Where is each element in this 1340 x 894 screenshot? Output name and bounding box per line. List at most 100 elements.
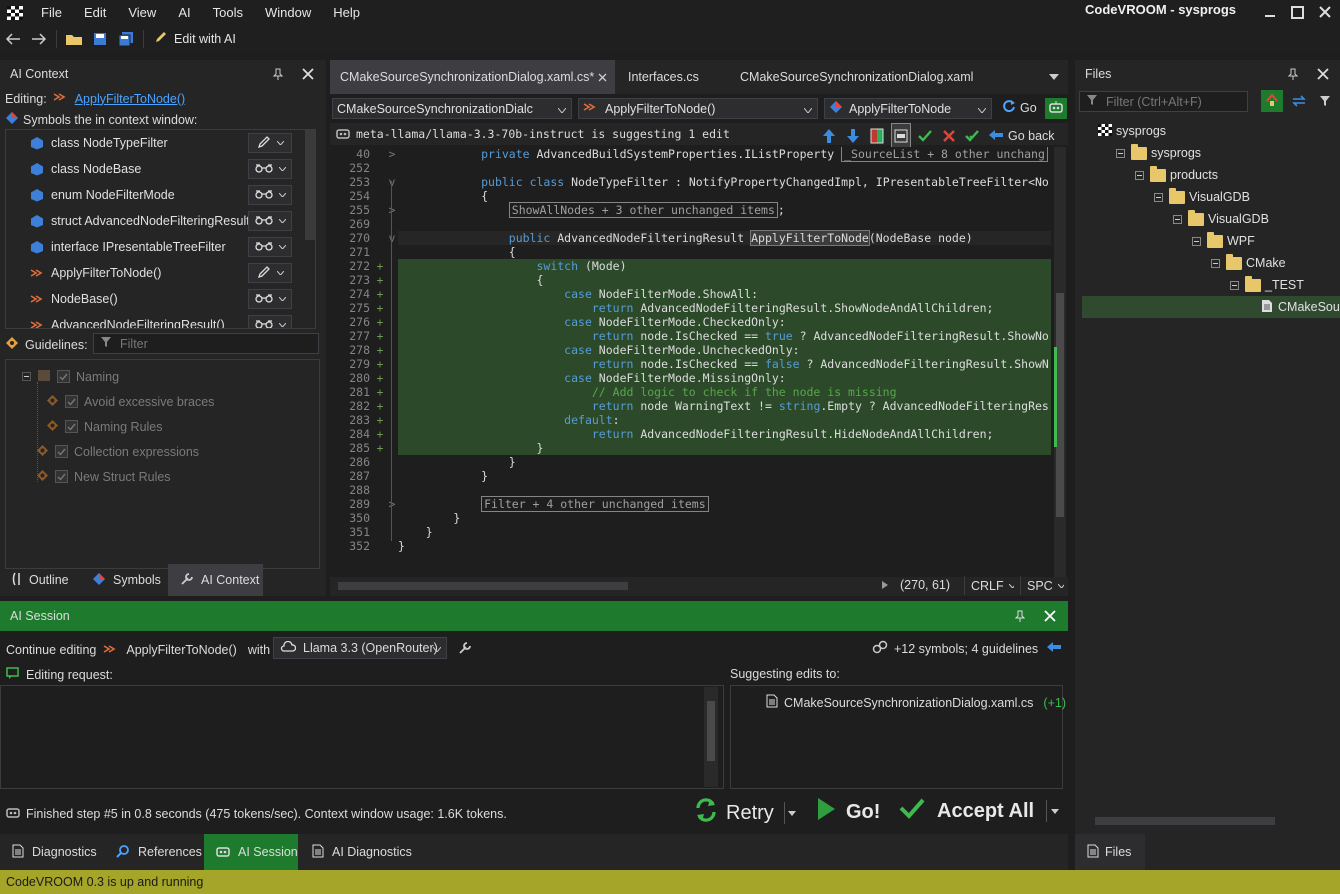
symbol-nav-dropdown[interactable]: ApplyFilterToNode [824,98,992,119]
symbol-row[interactable]: ApplyFilterToNode() [6,260,315,286]
code-line[interactable]: 281 + // Add logic to check if the node i… [330,385,1052,399]
menu-edit[interactable]: Edit [73,0,117,25]
pin-icon[interactable] [268,64,288,84]
symbol-mode-dropdown[interactable] [248,133,292,153]
guideline-row[interactable]: Collection expressions [36,439,199,464]
guideline-checkbox[interactable] [65,420,78,433]
close-icon[interactable] [1040,606,1060,626]
diff-view-icon[interactable] [868,124,886,148]
suggested-file-row[interactable]: CMakeSourceSynchronizationDialog.xaml.cs… [766,694,1066,711]
sync-icon[interactable] [1289,91,1309,111]
go-button[interactable]: Go [1002,99,1037,116]
code-line[interactable]: 351 } [330,525,1052,539]
menu-view[interactable]: View [117,0,167,25]
collapse-icon[interactable] [22,372,31,381]
pin-icon[interactable] [1010,606,1030,626]
collapse-icon[interactable] [1173,214,1182,224]
symbols-scrollbar[interactable] [305,130,315,240]
code-line[interactable]: 350 } [330,511,1052,525]
collapse-icon[interactable] [1230,280,1239,290]
guideline-row[interactable]: New Struct Rules [36,464,171,489]
close-window-button[interactable] [1310,2,1340,22]
edit-with-ai-button[interactable]: Edit with AI [148,27,242,51]
code-line[interactable]: 273 + { [330,273,1052,287]
file-nav-dropdown[interactable]: CMakeSourceSynchronizationDialc [332,98,572,119]
save-all-icon[interactable] [113,27,139,51]
collapse-icon[interactable] [1116,148,1125,158]
menu-ai[interactable]: AI [167,0,201,25]
tab-diagnostics[interactable]: Diagnostics [0,834,102,870]
file-tree-node[interactable]: CMakeSour [1249,296,1340,318]
code-line[interactable]: 352} [330,539,1052,553]
menu-window[interactable]: Window [254,0,322,25]
go-back-button[interactable]: Go back [988,129,1055,144]
context-summary[interactable]: +12 symbols; 4 guidelines [872,640,1038,657]
code-line[interactable]: 286 } [330,455,1052,469]
pin-icon[interactable] [1283,64,1303,84]
accept-icon[interactable] [916,124,934,148]
fold-marker[interactable]: > [386,203,398,217]
file-tree-node[interactable]: sysprogs [1116,142,1201,164]
symbol-mode-dropdown[interactable] [248,263,292,283]
symbol-row[interactable]: AdvancedNodeFilteringResult() [6,312,315,328]
wrench-icon[interactable] [455,638,475,658]
eol-dropdown[interactable]: CRLF [964,576,1014,595]
code-line[interactable]: 289 > Filter + 4 other unchanged items [330,496,1052,512]
file-tree-node[interactable]: _TEST [1230,274,1304,296]
code-line[interactable]: 274 + case NodeFilterMode.ShowAll: [330,287,1052,301]
go-submit-button[interactable]: Go! [816,797,880,827]
document-tab[interactable]: Interfaces.cs [618,60,728,94]
locate-file-button[interactable] [1261,90,1283,112]
code-line[interactable]: 284 + return AdvancedNodeFilteringResult.… [330,427,1052,441]
code-token[interactable]: _SourceList + 8 other unchang [841,147,1048,162]
collapse-icon[interactable] [1192,236,1201,246]
code-line[interactable]: 280 + case NodeFilterMode.MissingOnly: [330,371,1052,385]
file-tree-node[interactable]: VisualGDB [1154,186,1250,208]
file-tree-node[interactable]: VisualGDB [1173,208,1269,230]
symbol-mode-dropdown[interactable] [248,315,292,328]
code-line[interactable]: 255 > ShowAllNodes + 3 other unchanged it… [330,202,1052,218]
scrollbar-thumb[interactable] [707,701,715,761]
menu-tools[interactable]: Tools [202,0,254,25]
retry-button[interactable]: Retry [694,797,796,829]
tab-outline[interactable]: Outline [0,564,78,596]
guideline-checkbox[interactable] [55,470,68,483]
code-line[interactable]: 254 { [330,189,1052,203]
file-tree-node[interactable]: products [1135,164,1218,186]
filter-toggle-icon[interactable] [1315,91,1335,111]
code-line[interactable]: 269 [330,217,1052,231]
ai-robot-button[interactable] [1045,98,1067,119]
accept-all-button[interactable]: Accept All [899,797,1060,825]
close-icon[interactable] [1313,64,1333,84]
back-arrow-icon[interactable] [1046,641,1062,656]
accept-all-dropdown-icon[interactable] [1046,800,1060,822]
next-change-icon[interactable] [844,124,862,148]
fold-marker[interactable]: v [386,231,398,245]
code-token[interactable]: ShowAllNodes + 3 other unchanged items [508,202,778,218]
retry-dropdown-icon[interactable] [783,802,796,824]
code-line[interactable]: 252 [330,161,1052,175]
code-token[interactable]: Filter + 4 other unchanged items [481,496,709,512]
guideline-row[interactable]: Naming Rules [46,414,163,439]
tab-ai-diagnostics[interactable]: AI Diagnostics [300,834,418,870]
accept-all-icon[interactable] [964,124,982,148]
code-line[interactable]: 253 v public class NodeTypeFilter : Notif… [330,175,1052,189]
member-nav-dropdown[interactable]: ApplyFilterToNode() [578,98,818,119]
vertical-scrollbar[interactable] [1054,147,1066,577]
symbol-mode-dropdown[interactable] [248,185,292,205]
guideline-row[interactable]: Avoid excessive braces [46,389,214,414]
tab-symbols[interactable]: Symbols [80,564,166,596]
tab-ai-context[interactable]: AI Context [168,564,263,596]
code-line[interactable]: 283 + default: [330,413,1052,427]
tab-ai-session[interactable]: AI Session [204,834,298,870]
code-line[interactable]: 40 > private AdvancedBuildSystemPropertie… [330,147,1052,162]
document-tab[interactable]: CMakeSourceSynchronizationDialog.xaml.cs… [330,60,615,94]
symbol-row[interactable]: NodeBase() [6,286,315,312]
request-scrollbar[interactable] [704,687,718,787]
horizontal-scrollbar[interactable] [338,582,628,590]
collapse-icon[interactable] [1135,170,1144,180]
menu-help[interactable]: Help [322,0,371,25]
code-line[interactable]: 271 { [330,245,1052,259]
code-line[interactable]: 288 [330,483,1052,497]
code-line[interactable]: 282 + return node WarningText != string.E… [330,399,1052,413]
